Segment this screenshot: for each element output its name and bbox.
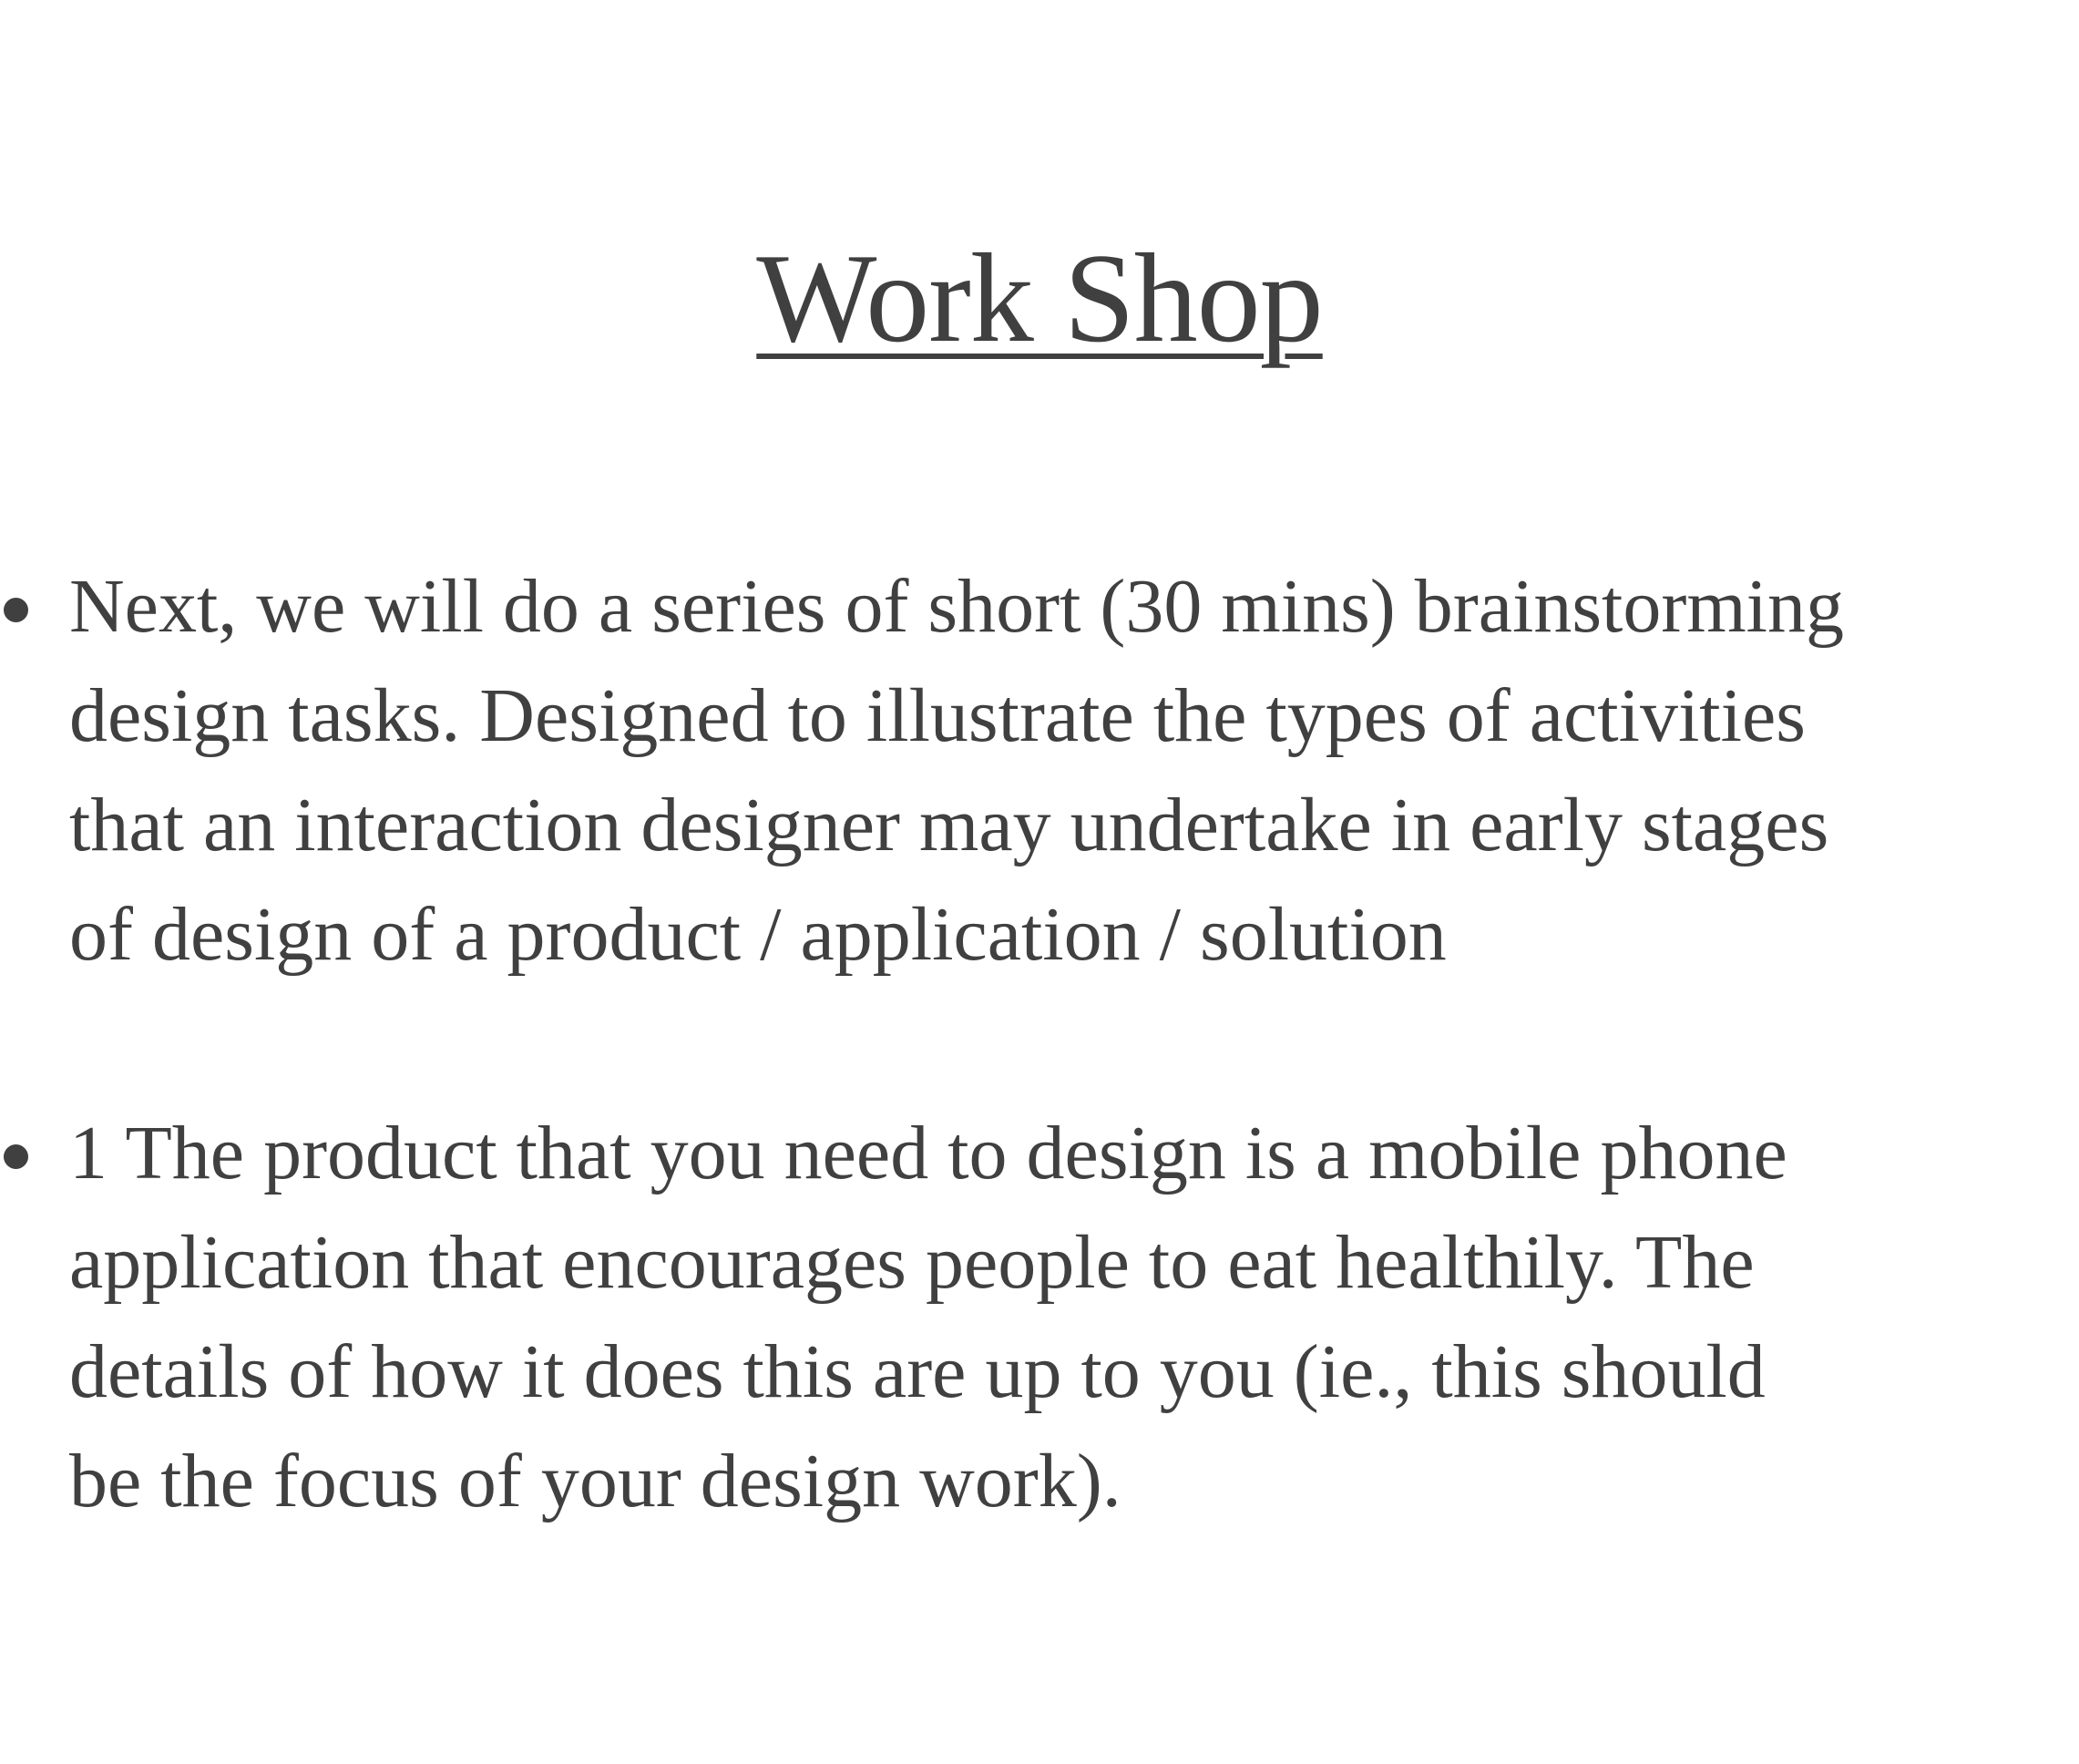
bullet-line: 1 The product that you need to design is… — [69, 1111, 1787, 1195]
bullet-line: that an interaction designer may underta… — [69, 783, 1829, 867]
bullet-line: of design of a product / application / s… — [69, 892, 1447, 977]
slide-title: Work Shop — [756, 228, 1323, 369]
bullet-line: design tasks. Designed to illustrate the… — [69, 673, 1806, 758]
bullet-item: 1 The product that you need to design is… — [0, 1099, 2079, 1536]
bullet-dot-icon — [4, 1144, 28, 1169]
bullet-dot-icon — [4, 598, 28, 622]
bullet-item: Next, we will do a series of short (30 m… — [0, 552, 2079, 990]
bullet-line: application that encourages people to ea… — [69, 1220, 1755, 1305]
bullet-line: be the focus of your design work). — [69, 1439, 1121, 1523]
bullet-line: Next, we will do a series of short (30 m… — [69, 564, 1844, 649]
bullet-line: details of how it does this are up to yo… — [69, 1329, 1766, 1414]
slide: Work Shop Next, we will do a series of s… — [0, 0, 2079, 1764]
bullet-list: Next, we will do a series of short (30 m… — [0, 552, 2079, 1536]
